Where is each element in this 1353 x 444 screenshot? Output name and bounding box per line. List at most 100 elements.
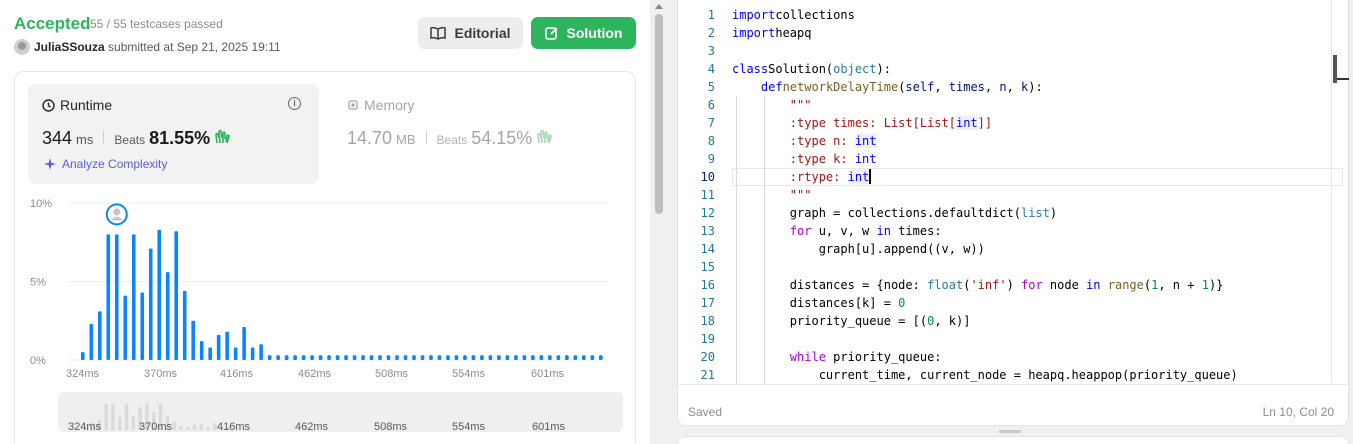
chart-bar[interactable] xyxy=(89,323,94,360)
chart-bar[interactable] xyxy=(335,355,340,360)
chart-bar[interactable] xyxy=(267,355,272,360)
chart-bar[interactable] xyxy=(480,355,484,360)
code-line[interactable]: 14 graph[u].append((v, w)) xyxy=(678,240,1333,258)
chart-bar[interactable] xyxy=(565,355,569,360)
editorial-button[interactable]: Editorial xyxy=(418,17,523,49)
code-line[interactable]: 12 graph = collections.defaultdict(list) xyxy=(678,204,1333,222)
code-editor[interactable]: 1 importcollections 2 importheapq 3 4 classSol… xyxy=(677,0,1349,426)
chart-bar[interactable] xyxy=(165,272,170,360)
chart-bar[interactable] xyxy=(114,234,119,360)
code-line[interactable]: 5 defnetworkDelayTime(self, times, n, k)… xyxy=(678,78,1333,96)
info-icon[interactable]: i xyxy=(288,97,301,110)
chart-bar[interactable] xyxy=(531,355,535,360)
code-line[interactable]: 10 :rtype: int xyxy=(678,168,1343,186)
code-line[interactable]: 19 xyxy=(678,330,1333,348)
chart-bar[interactable] xyxy=(174,231,179,360)
code-line[interactable]: 1 importcollections xyxy=(678,6,1333,24)
chart-bar[interactable] xyxy=(106,234,111,360)
chart-bar[interactable] xyxy=(233,347,238,360)
chart-bar[interactable] xyxy=(242,327,246,360)
chart-bar[interactable] xyxy=(148,248,153,360)
chart-bar[interactable] xyxy=(191,320,195,360)
chart-bar[interactable] xyxy=(463,355,467,360)
chart-bar[interactable] xyxy=(131,234,136,360)
code-line[interactable]: 9 :type k: int xyxy=(678,150,1333,168)
chart-bar[interactable] xyxy=(301,355,306,360)
chart-bar[interactable] xyxy=(369,355,374,360)
chart-bar[interactable] xyxy=(505,355,510,360)
code-line[interactable]: 16 distances = {node: float('inf') for n… xyxy=(678,276,1333,294)
chart-bar[interactable] xyxy=(157,229,162,360)
memory-title[interactable]: Memory xyxy=(347,97,415,113)
chart-bar[interactable] xyxy=(488,355,493,360)
solution-button[interactable]: Solution xyxy=(531,17,636,49)
chart-bar[interactable] xyxy=(395,355,399,360)
code-line[interactable]: 7 :type times: List[List[int]] xyxy=(678,114,1333,132)
chart-bar[interactable] xyxy=(582,355,586,360)
code-line[interactable]: 17 distances[k] = 0 xyxy=(678,294,1333,312)
code-line[interactable]: 20 while priority_queue: xyxy=(678,348,1333,366)
chart-bar[interactable] xyxy=(539,355,544,360)
chart-bar[interactable] xyxy=(293,355,297,360)
chart-bar[interactable] xyxy=(327,355,331,360)
testcase-panel[interactable] xyxy=(677,436,1349,444)
chart-bar[interactable] xyxy=(403,355,408,360)
code-line[interactable]: 11 """ xyxy=(678,186,1333,204)
chart-bar[interactable] xyxy=(225,331,229,360)
chart-bar[interactable] xyxy=(250,347,255,360)
chart-range-navigator[interactable]: 324ms 370ms 416ms 462ms 508ms 554ms 601ms xyxy=(58,392,623,433)
chart-bar[interactable] xyxy=(556,355,561,360)
chart-bar[interactable] xyxy=(284,355,289,360)
chart-bar[interactable] xyxy=(522,355,527,360)
chart-bar[interactable] xyxy=(429,355,433,360)
code-line[interactable]: 18 priority_queue = [(0, k)] xyxy=(678,312,1333,330)
chart-bar[interactable] xyxy=(590,355,595,360)
left-panel-scrollbar[interactable] xyxy=(655,14,663,214)
chart-bar[interactable] xyxy=(182,290,187,360)
chart-bar[interactable] xyxy=(573,355,578,360)
code-line[interactable]: 8 :type n: int xyxy=(678,132,1333,150)
chart-bar[interactable] xyxy=(276,355,280,360)
chart-bar[interactable] xyxy=(412,355,416,360)
chart-bar[interactable] xyxy=(446,355,450,360)
chart-bar[interactable] xyxy=(378,355,382,360)
code-line[interactable]: 2 importheapq xyxy=(678,24,1333,42)
code-line[interactable]: 6 """ xyxy=(678,96,1333,114)
chart-bar[interactable] xyxy=(386,355,391,360)
chart-bar[interactable] xyxy=(344,355,348,360)
chart-bar[interactable] xyxy=(310,355,314,360)
chart-bar[interactable] xyxy=(497,355,501,360)
chart-bar[interactable] xyxy=(81,352,85,360)
runtime-distribution-chart[interactable]: 10% 5% 0% 324ms 370ms 416ms 462ms 508ms 554ms 601… xyxy=(28,192,628,382)
code-line[interactable]: 21 current_time, current_node = heapq.he… xyxy=(678,366,1333,384)
chart-bar[interactable] xyxy=(471,355,476,360)
scroll-up-arrow-icon[interactable] xyxy=(655,4,663,9)
chart-bar[interactable] xyxy=(352,355,357,360)
chart-bar[interactable] xyxy=(420,355,425,360)
chart-bar[interactable] xyxy=(199,341,204,360)
user-avatar-icon[interactable] xyxy=(14,39,30,55)
code-line[interactable]: 15 xyxy=(678,258,1333,276)
panel-resize-handle[interactable] xyxy=(667,0,677,444)
mini-chart[interactable]: 324ms 370ms 416ms 462ms 508ms 554ms 601ms xyxy=(58,392,623,433)
chart-bar[interactable] xyxy=(599,355,603,360)
code-area[interactable]: 1 importcollections 2 importheapq 3 4 classSol… xyxy=(678,6,1343,384)
chart-bar[interactable] xyxy=(259,344,263,360)
analyze-complexity-link[interactable]: Analyze Complexity xyxy=(43,157,167,171)
chart-bar[interactable] xyxy=(548,355,552,360)
chart-bar[interactable] xyxy=(454,355,459,360)
chart-bar[interactable] xyxy=(140,292,145,360)
username-link[interactable]: JuliaSSouza xyxy=(34,40,105,54)
code-line[interactable]: 13 for u, v, w in times: xyxy=(678,222,1333,240)
code-line[interactable]: 3 xyxy=(678,42,1333,60)
bottom-resize-handle[interactable] xyxy=(999,430,1021,433)
chart-bar[interactable] xyxy=(437,355,442,360)
code-line[interactable]: 4 classSolution(object): xyxy=(678,60,1333,78)
chart-bar[interactable] xyxy=(216,334,221,360)
chart-bar[interactable] xyxy=(123,295,128,360)
chart-bar[interactable] xyxy=(514,355,518,360)
chart-bar[interactable] xyxy=(208,347,212,360)
chart-bar[interactable] xyxy=(318,355,323,360)
chart-bar[interactable] xyxy=(97,311,102,360)
chart-bar[interactable] xyxy=(361,355,365,360)
